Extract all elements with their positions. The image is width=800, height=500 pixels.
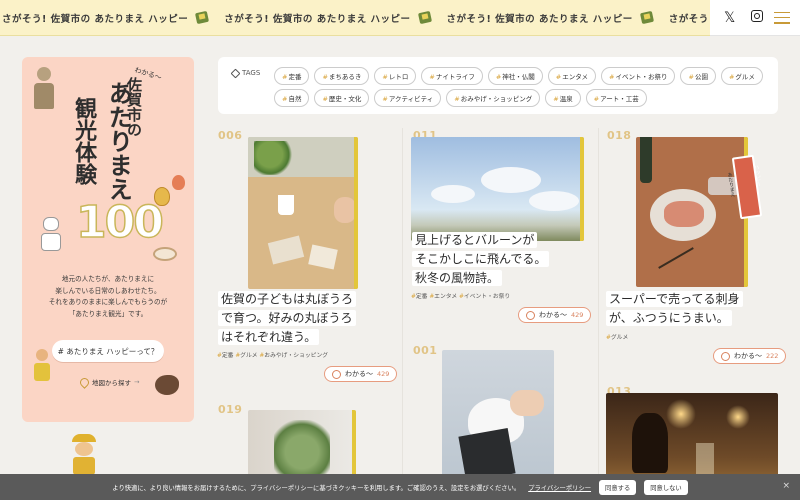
column-divider	[402, 128, 403, 500]
intro-atarimae: あたりまえ	[104, 81, 134, 201]
card-tag[interactable]: 定番	[416, 294, 428, 300]
wakaru-button[interactable]: わかる〜 429	[324, 366, 398, 382]
intro-kanko: 観光体験	[71, 97, 98, 185]
bird-illustration	[155, 375, 179, 395]
card-number: 019	[218, 403, 243, 416]
card-tag[interactable]: イベント・お祭り	[464, 294, 510, 300]
tag-chip[interactable]: #グルメ	[720, 67, 763, 85]
card-number: 006	[218, 129, 243, 142]
smile-icon	[332, 369, 341, 379]
card-tags: #定番 #グルメ #おみやげ・ショッピング	[217, 353, 329, 359]
card-number: 018	[607, 129, 632, 142]
tag-chip[interactable]: #おみやげ・ショッピング	[446, 89, 541, 107]
cookie-text: より快適に、より良い情報をお届けするために、プライバシーポリシーに基づきクッキー…	[112, 484, 521, 492]
card-tag[interactable]: おみやげ・ショッピング	[264, 353, 328, 359]
card-photo-marubouro[interactable]	[248, 137, 358, 289]
smile-icon	[721, 351, 730, 361]
map-pin-icon	[78, 375, 91, 389]
banner-text: さがそう! 佐賀市の あたりまえ ハッピー	[2, 14, 189, 25]
banner-item: さがそう! 佐賀市の あた	[667, 0, 710, 35]
stamp-label: ハッピー	[752, 164, 762, 187]
x-twitter-icon[interactable]: 𝕏	[720, 10, 740, 26]
dish-illustration	[153, 247, 177, 261]
balloon-icon	[172, 175, 185, 190]
flag-icon	[417, 9, 435, 27]
card-tag[interactable]: 定番	[222, 353, 234, 359]
tag-icon	[230, 68, 241, 78]
card-tags: #定番 #エンタメ #イベント・お祭り	[411, 294, 511, 300]
column-divider	[598, 128, 599, 500]
tag-chip[interactable]: #公園	[680, 67, 716, 85]
tag-chip[interactable]: #イベント・お祭り	[601, 67, 676, 85]
tags-panel: TAGS #定番 #まちあるき #レトロ #ナイトライフ #神社・仏閣 #エンタ…	[218, 57, 778, 114]
card-tags: #グルメ	[606, 335, 629, 341]
wakaru-count: 429	[377, 370, 390, 378]
cookie-consent-bar: より快適に、より良い情報をお届けするために、プライバシーポリシーに基づきクッキー…	[0, 474, 800, 500]
tag-chip[interactable]: #エンタメ	[547, 67, 597, 85]
tag-chip[interactable]: #歴史・文化	[314, 89, 370, 107]
tag-chip[interactable]: #アート・工芸	[585, 89, 647, 107]
intro-line: 「あたりまえ観光」です。	[68, 309, 148, 318]
tag-chip[interactable]: #レトロ	[374, 67, 417, 85]
flag-icon	[194, 9, 212, 27]
banner-text: さがそう! 佐賀市の あたりまえ ハッピー	[446, 14, 633, 25]
map-link-label: 地図から探す	[92, 379, 131, 387]
intro-100: 100	[75, 196, 164, 249]
instagram-icon[interactable]	[747, 9, 767, 26]
card-photo-balloons[interactable]	[411, 137, 584, 241]
card-number: 001	[413, 344, 438, 357]
smile-icon	[526, 310, 535, 320]
card-caption[interactable]: スーパーで売ってる刺身 が、ふつうにうまい。	[606, 290, 776, 328]
tags-label-text: TAGS	[242, 69, 261, 77]
banner-item: さがそう! 佐賀市の あたりまえ ハッピー	[445, 0, 667, 35]
tag-row: #定番 #まちあるき #レトロ #ナイトライフ #神社・仏閣 #エンタメ #イベ…	[274, 67, 763, 85]
top-bar: 𝕏	[710, 0, 800, 36]
privacy-policy-link[interactable]: プライバシーポリシー	[528, 483, 591, 492]
intro-description: 地元の人たちが、あたりまえに 楽しんでいる日常のしあわせたち。 それをありのまま…	[22, 274, 194, 320]
banner-text: さがそう! 佐賀市の あたりまえ ハッピー	[224, 14, 411, 25]
tag-chip[interactable]: #アクティビティ	[374, 89, 442, 107]
flag-icon	[639, 9, 657, 27]
tag-chip[interactable]: #まちあるき	[314, 67, 370, 85]
balloon-icon	[154, 187, 170, 206]
card-tag[interactable]: エンタメ	[434, 294, 457, 300]
tag-chip[interactable]: #定番	[274, 67, 310, 85]
close-icon[interactable]: ×	[782, 481, 790, 491]
card-caption[interactable]: 佐賀の子どもは丸ぼうろ で育つ。好みの丸ぼうろ はそれぞれ違う。	[218, 290, 368, 348]
robot-illustration	[36, 217, 66, 253]
card-caption[interactable]: 見上げるとバルーンが そこかしこに飛んでる。 秋冬の風物詩。	[412, 231, 572, 289]
tag-row: #自然 #歴史・文化 #アクティビティ #おみやげ・ショッピング #温泉 #アー…	[274, 89, 647, 107]
banner-text: さがそう! 佐賀市の あた	[668, 14, 710, 25]
intro-line: 地元の人たちが、あたりまえに	[61, 275, 155, 283]
top-banner: さがそう! 佐賀市の あたりまえ ハッピー さがそう! 佐賀市の あたりまえ ハ…	[0, 0, 710, 36]
banner-item: さがそう! 佐賀市の あたりまえ ハッピー	[0, 0, 222, 35]
statue-illustration	[32, 67, 56, 109]
map-search-link[interactable]: 地図から探す →	[78, 375, 140, 389]
arrow-right-icon: →	[134, 378, 140, 386]
tag-chip[interactable]: #温泉	[545, 89, 581, 107]
intro-card: わかる〜 佐賀市の あたりまえ 観光体験 100 地元の人たちが、あたりまえに …	[22, 57, 194, 422]
child-illustration	[32, 349, 52, 383]
tag-chip[interactable]: #自然	[274, 89, 310, 107]
tags-label: TAGS	[230, 68, 261, 78]
card-tag[interactable]: グルメ	[240, 353, 257, 359]
wakaru-count: 429	[571, 311, 584, 319]
intro-line: 楽しんでいる日常のしあわせたち。	[55, 286, 161, 295]
card-tag[interactable]: グルメ	[611, 335, 628, 341]
hamburger-menu-icon[interactable]	[774, 11, 791, 24]
banner-marquee: さがそう! 佐賀市の あたりまえ ハッピー さがそう! 佐賀市の あたりまえ ハ…	[0, 0, 710, 35]
cookie-agree-button[interactable]: 同意する	[599, 479, 637, 495]
tag-chip[interactable]: #神社・仏閣	[487, 67, 543, 85]
banner-item: さがそう! 佐賀市の あたりまえ ハッピー	[222, 0, 444, 35]
hashtag-about-button[interactable]: # あたりまえ ハッピーって？	[52, 340, 164, 362]
wakaru-count: 222	[766, 352, 779, 360]
cookie-disagree-button[interactable]: 同意しない	[644, 479, 688, 495]
intro-line: それをありのままに楽しんでもらうのが	[48, 298, 168, 307]
tag-chip[interactable]: #ナイトライフ	[421, 67, 483, 85]
wakaru-button[interactable]: わかる〜 222	[713, 348, 787, 364]
wakaru-button[interactable]: わかる〜 429	[518, 307, 592, 323]
